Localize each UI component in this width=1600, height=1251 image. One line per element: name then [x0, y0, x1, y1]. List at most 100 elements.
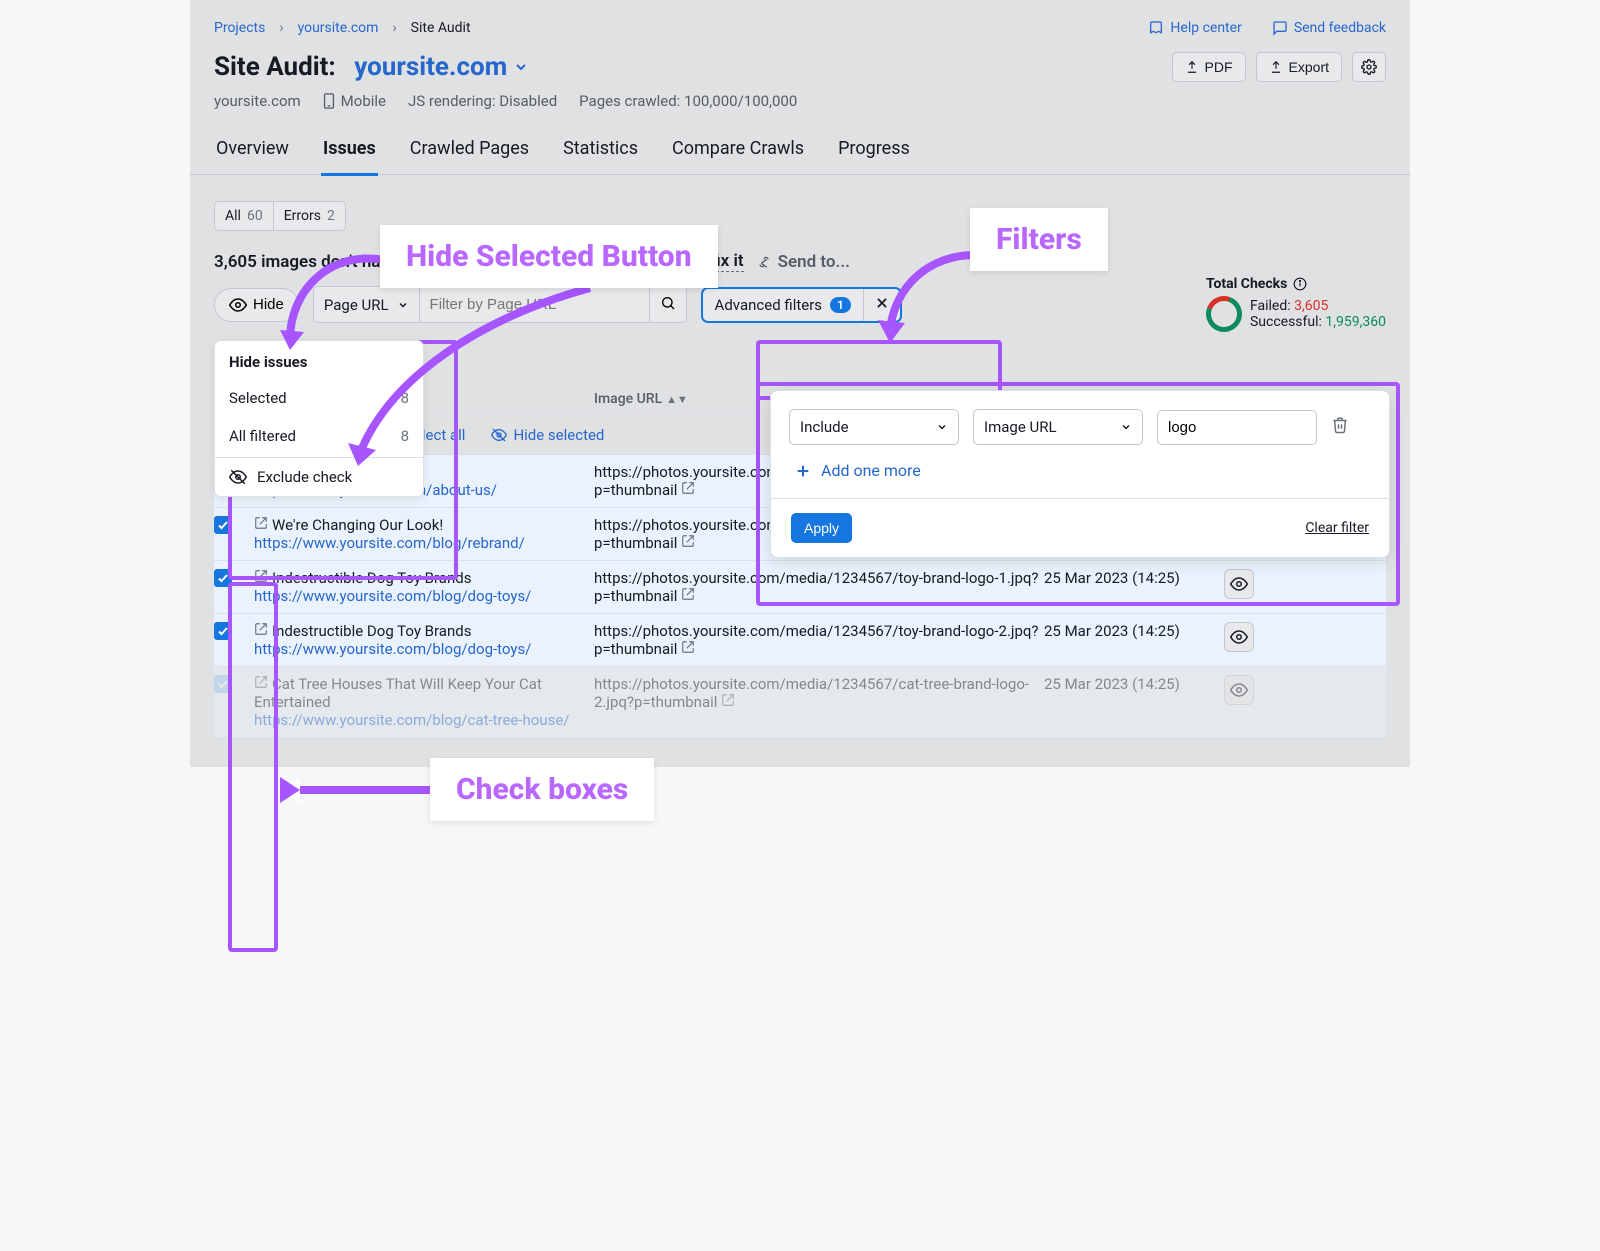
external-link-icon[interactable]	[254, 675, 268, 693]
hide-selected-option[interactable]: Selected 8	[215, 379, 423, 417]
tab-compare-crawls[interactable]: Compare Crawls	[670, 128, 806, 174]
external-link-icon[interactable]	[681, 481, 695, 499]
close-icon	[875, 296, 889, 310]
arrow-icon	[270, 765, 450, 815]
chevron-right-icon: ›	[279, 20, 283, 36]
page-url-link[interactable]: https://www.yoursite.com/blog/dog-toys/	[254, 587, 531, 605]
row-title: Indestructible Dog Toy Brands	[272, 569, 471, 587]
include-select[interactable]: Include	[789, 409, 959, 445]
exclude-check-option[interactable]: Exclude check	[215, 458, 423, 496]
page-url-link[interactable]: https://www.yoursite.com/blog/rebrand/	[254, 534, 525, 552]
apply-button[interactable]: Apply	[791, 513, 852, 543]
help-center-link[interactable]: Help center	[1148, 20, 1241, 36]
remove-filter-button[interactable]	[1331, 416, 1349, 438]
clear-filter-link[interactable]: Clear filter	[1305, 520, 1369, 536]
search-icon	[660, 295, 676, 311]
row-title: Cat Tree Houses That Will Keep Your Cat …	[254, 675, 542, 711]
upload-icon	[1185, 60, 1199, 74]
hide-popover-title: Hide issues	[229, 353, 409, 371]
crumb-site[interactable]: yoursite.com	[298, 20, 379, 36]
pdf-button[interactable]: PDF	[1172, 52, 1246, 82]
discovered-date: 25 Mar 2023 (14:25)	[1044, 569, 1224, 587]
tabs: Overview Issues Crawled Pages Statistics…	[190, 128, 1410, 175]
hide-all-filtered-option[interactable]: All filtered 8	[215, 417, 423, 455]
row-checkbox[interactable]	[214, 569, 232, 587]
clear-filters-icon[interactable]	[863, 289, 900, 321]
eye-icon	[229, 296, 247, 314]
annotation-hide-button: Hide Selected Button	[380, 225, 718, 288]
info-icon[interactable]	[1293, 277, 1307, 291]
hide-row-button[interactable]	[1224, 622, 1254, 652]
breadcrumb: Projects › yoursite.com › Site Audit Hel…	[190, 0, 1410, 42]
filter-input[interactable]	[420, 286, 650, 323]
hide-popover: Hide issues Selected 8 All filtered 8 Ex…	[214, 340, 424, 497]
image-url-text: https://photos.yoursite.com/media/123456…	[594, 569, 1039, 605]
total-checks: Total Checks Failed: 3,605 Successful: 1…	[1206, 276, 1386, 332]
hide-row-button[interactable]	[1224, 675, 1254, 705]
external-link-icon[interactable]	[721, 693, 735, 711]
tab-statistics[interactable]: Statistics	[561, 128, 640, 174]
image-url-text: https://photos.yoursite.com/media/123456…	[594, 675, 1029, 711]
tab-overview[interactable]: Overview	[214, 128, 291, 174]
mobile-icon	[323, 93, 335, 109]
project-selector[interactable]: yoursite.com	[354, 52, 507, 82]
upload-icon	[1269, 60, 1283, 74]
filter-value-input[interactable]	[1157, 410, 1317, 445]
sort-icon: ▲▼	[666, 393, 688, 406]
table-row: Indestructible Dog Toy Brandshttps://www…	[214, 613, 1386, 666]
external-link-icon[interactable]	[681, 640, 695, 658]
chevron-down-icon	[513, 59, 529, 75]
tab-issues[interactable]: Issues	[321, 128, 378, 176]
filter-field-select[interactable]: Page URL	[313, 286, 420, 323]
advanced-filters-button[interactable]: Advanced filters 1	[701, 287, 902, 323]
chat-icon	[1272, 20, 1288, 36]
field-select[interactable]: Image URL	[973, 409, 1143, 445]
filters-count-badge: 1	[830, 297, 851, 313]
external-link-icon[interactable]	[254, 516, 268, 534]
export-button[interactable]: Export	[1256, 52, 1342, 82]
eye-icon	[1230, 681, 1248, 699]
external-link-icon[interactable]	[254, 622, 268, 640]
hide-button[interactable]: Hide	[214, 288, 299, 322]
check-icon	[217, 625, 229, 637]
external-link-icon[interactable]	[254, 569, 268, 587]
hide-row-button[interactable]	[1224, 569, 1254, 599]
page-url-link[interactable]: https://www.yoursite.com/blog/cat-tree-h…	[254, 711, 570, 729]
chevron-right-icon: ›	[392, 20, 396, 36]
image-url-text: https://photos.yoursite.com/media/123456…	[594, 622, 1039, 658]
send-feedback-link[interactable]: Send feedback	[1272, 20, 1386, 36]
page-title: Site Audit: yoursite.com	[214, 52, 529, 82]
tab-crawled-pages[interactable]: Crawled Pages	[408, 128, 531, 174]
gear-icon	[1361, 59, 1377, 75]
check-icon	[217, 678, 229, 690]
table-row: Cat Tree Houses That Will Keep Your Cat …	[214, 666, 1386, 737]
eye-icon	[1230, 575, 1248, 593]
check-icon	[217, 519, 229, 531]
row-title: We're Changing Our Look!	[272, 516, 443, 534]
search-button[interactable]	[650, 286, 687, 323]
row-checkbox[interactable]	[214, 675, 232, 693]
row-checkbox[interactable]	[214, 622, 232, 640]
eye-off-icon	[229, 468, 247, 486]
discovered-date: 25 Mar 2023 (14:25)	[1044, 622, 1224, 640]
external-link-icon[interactable]	[681, 534, 695, 552]
settings-button[interactable]	[1352, 52, 1386, 82]
tab-progress[interactable]: Progress	[836, 128, 912, 174]
book-icon	[1148, 20, 1164, 36]
add-filter-button[interactable]: Add one more	[771, 445, 1389, 498]
external-link-icon[interactable]	[681, 587, 695, 605]
filter-all[interactable]: All 60	[214, 201, 274, 231]
row-checkbox[interactable]	[214, 516, 232, 534]
page-url-link[interactable]: https://www.yoursite.com/blog/dog-toys/	[254, 640, 531, 658]
hide-selected-link[interactable]: Hide selected	[491, 426, 604, 444]
filter-errors[interactable]: Errors 2	[274, 201, 346, 231]
annotation-checkboxes: Check boxes	[430, 758, 654, 821]
eye-off-icon	[491, 427, 507, 443]
send-to-link[interactable]: Send to...	[778, 252, 850, 272]
eye-icon	[1230, 628, 1248, 646]
advanced-filters-panel: Include Image URL Add one more Apply Cle…	[770, 390, 1390, 558]
crumb-current: Site Audit	[411, 20, 471, 36]
check-icon	[217, 572, 229, 584]
chevron-down-icon	[397, 299, 409, 311]
crumb-projects[interactable]: Projects	[214, 20, 265, 36]
